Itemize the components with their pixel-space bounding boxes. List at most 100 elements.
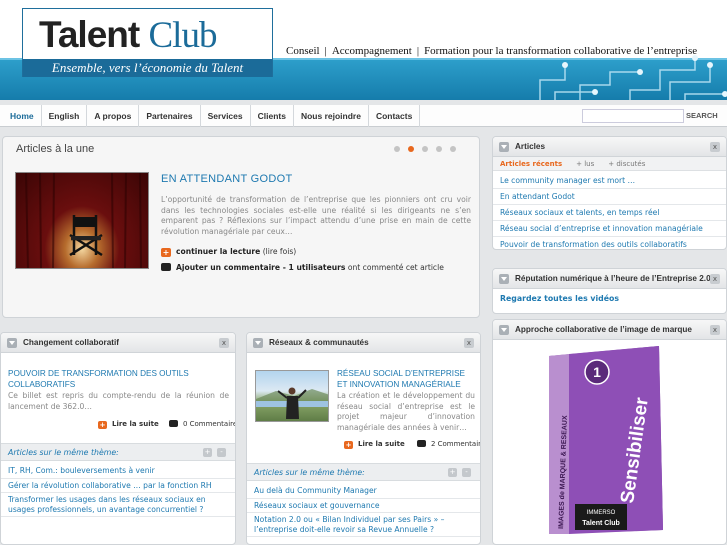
- slider-dot[interactable]: [394, 146, 400, 152]
- site-header: Talent Club Ensemble, vers l’économie du…: [0, 0, 727, 100]
- list-item[interactable]: Transformer les usages dans les réseaux …: [1, 493, 235, 517]
- nav-contacts[interactable]: Contacts: [369, 105, 421, 127]
- featured-excerpt: L’opportunité de transformation de l’ent…: [161, 195, 471, 236]
- article-title[interactable]: POUVOIR DE TRANSFORMATION DES OUTILS COL…: [8, 369, 208, 390]
- nav-a-propos[interactable]: A propos: [87, 105, 140, 127]
- article-excerpt: La création et le développement du résea…: [337, 391, 475, 432]
- videos-link[interactable]: Regardez toutes les vidéos: [500, 294, 619, 303]
- close-icon[interactable]: x: [710, 325, 720, 335]
- search-input[interactable]: [582, 109, 684, 123]
- collapse-icon[interactable]: [499, 325, 509, 335]
- slider-dots: [394, 146, 456, 152]
- circuit-decoration: [539, 55, 727, 100]
- separator: |: [416, 45, 420, 57]
- tab-plus-lus[interactable]: + lus: [569, 157, 601, 170]
- nav-nous-rejoindre[interactable]: Nous rejoindre: [294, 105, 369, 127]
- plus-icon: +: [344, 441, 353, 449]
- list-item[interactable]: Réseaux sociaux et talents, en temps rée…: [493, 205, 726, 221]
- collapse-icon[interactable]: [499, 142, 509, 152]
- module-header: Changement collaboratif x: [1, 333, 235, 353]
- slider-dot[interactable]: [436, 146, 442, 152]
- nav-home[interactable]: Home: [0, 105, 42, 127]
- book-brand: IMMERSO: [587, 510, 616, 516]
- module-title: Réseaux & communautés: [269, 338, 369, 347]
- header-link-formation[interactable]: Formation pour la transformation collabo…: [424, 45, 697, 57]
- nav-partenaires[interactable]: Partenaires: [139, 105, 201, 127]
- list-item[interactable]: Pouvoir de transformation des outils col…: [493, 237, 726, 249]
- list-item[interactable]: Réseaux sociaux et gouvernance: [247, 499, 480, 513]
- expand-icon[interactable]: +: [203, 448, 212, 457]
- list-item[interactable]: Notation 2.0 ou « Bilan Individuel par s…: [247, 513, 480, 537]
- comment-icon: [168, 420, 178, 427]
- tab-plus-discutes[interactable]: + discutés: [601, 157, 652, 170]
- module-title: Articles: [515, 142, 546, 151]
- module-header: Réputation numérique à l’heure de l’Entr…: [493, 269, 726, 289]
- article-actions: + Lire la suite 0 Commentaires: [98, 420, 235, 429]
- featured-image[interactable]: [15, 172, 149, 269]
- theme-label: Articles sur le même thème:: [8, 448, 119, 457]
- logo-tagline: Ensemble, vers l’économie du Talent: [23, 59, 272, 77]
- logo[interactable]: Talent Club Ensemble, vers l’économie du…: [22, 8, 273, 77]
- module-title: Changement collaboratif: [23, 338, 119, 347]
- module-header: Approche collaborative de l’image de mar…: [493, 320, 726, 340]
- slider-dot-active[interactable]: [408, 146, 414, 152]
- close-icon[interactable]: x: [219, 338, 229, 348]
- comment-icon: [161, 263, 171, 271]
- collapse-icon[interactable]: [499, 274, 509, 284]
- search-button[interactable]: SEARCH: [686, 111, 718, 120]
- article-excerpt: Ce billet est repris du compte-rendu de …: [8, 391, 229, 411]
- read-more-link[interactable]: + Lire la suite: [98, 420, 159, 429]
- nav-services[interactable]: Services: [201, 105, 251, 127]
- list-item[interactable]: IT, RH, Com.: bouleversements à venir: [1, 464, 235, 479]
- collapse-list-icon[interactable]: -: [217, 448, 226, 457]
- module-reseaux-communautes: Réseaux & communautés x RÉSEAU SOCIAL D’…: [246, 332, 481, 545]
- featured-articles: Articles à la une EN ATTENDANT GODOT L’o…: [2, 136, 480, 318]
- list-item[interactable]: Réseau social d’entreprise et innovation…: [493, 221, 726, 237]
- read-more-link[interactable]: + continuer la lecture (lire fois): [161, 247, 296, 257]
- module-approche: Approche collaborative de l’image de mar…: [492, 319, 727, 545]
- list-item[interactable]: Le community manager est mort …: [493, 173, 726, 189]
- module-articles: Articles x Articles récents + lus + disc…: [492, 136, 727, 250]
- collapse-icon[interactable]: [253, 338, 263, 348]
- book-number: 1: [593, 364, 601, 380]
- book-cover-image[interactable]: 1 Sensibiliser IMAGES de MARQUE & RESEAU…: [541, 344, 671, 540]
- module-header: Articles x: [493, 137, 726, 157]
- logo-title: Talent Club: [39, 14, 217, 56]
- nav-clients[interactable]: Clients: [251, 105, 294, 127]
- articles-list: Le community manager est mort … En atten…: [493, 173, 726, 249]
- article-image[interactable]: [255, 370, 329, 422]
- article-title[interactable]: RÉSEAU SOCIAL D’ENTREPRISE ET INNOVATION…: [337, 369, 475, 390]
- collapse-icon[interactable]: [7, 338, 17, 348]
- list-item[interactable]: Gérer la révolution collaborative … par …: [1, 479, 235, 493]
- plus-icon: +: [161, 248, 171, 257]
- list-item[interactable]: Au delà du Community Manager: [247, 484, 480, 499]
- add-comment-link[interactable]: Ajouter un commentaire - 1 utilisateurs …: [161, 263, 444, 272]
- collapse-list-icon[interactable]: -: [462, 468, 471, 477]
- comments-link[interactable]: 2 Commentaires: [416, 440, 480, 448]
- comments-link[interactable]: 0 Commentaires: [168, 420, 235, 428]
- theme-links: Au delà du Community Manager Réseaux soc…: [247, 484, 480, 537]
- plus-icon: +: [98, 421, 107, 429]
- read-more-link[interactable]: + Lire la suite: [344, 440, 405, 449]
- comment-icon: [416, 440, 426, 447]
- nav-english[interactable]: English: [42, 105, 88, 127]
- separator: |: [324, 45, 327, 57]
- module-header: Réseaux & communautés x: [247, 333, 480, 353]
- header-link-conseil[interactable]: Conseil: [286, 45, 320, 57]
- theme-links: IT, RH, Com.: bouleversements à venir Gé…: [1, 464, 235, 517]
- expand-icon[interactable]: +: [448, 468, 457, 477]
- featured-section-title: Articles à la une: [16, 143, 95, 155]
- articles-tabs: Articles récents + lus + discutés: [493, 157, 726, 171]
- list-item[interactable]: En attendant Godot: [493, 189, 726, 205]
- close-icon[interactable]: x: [464, 338, 474, 348]
- featured-heading[interactable]: EN ATTENDANT GODOT: [161, 173, 293, 185]
- slider-dot[interactable]: [450, 146, 456, 152]
- tab-recents[interactable]: Articles récents: [493, 157, 569, 170]
- header-links: Conseil | Accompagnement | Formation pour la…: [286, 45, 697, 57]
- slider-dot[interactable]: [422, 146, 428, 152]
- close-icon[interactable]: x: [710, 274, 720, 284]
- header-link-accompagnement[interactable]: Accompagnement: [332, 45, 412, 57]
- featured-header: Articles à la une: [3, 137, 479, 161]
- close-icon[interactable]: x: [710, 142, 720, 152]
- theme-bar: Articles sur le même thème: + -: [247, 463, 480, 481]
